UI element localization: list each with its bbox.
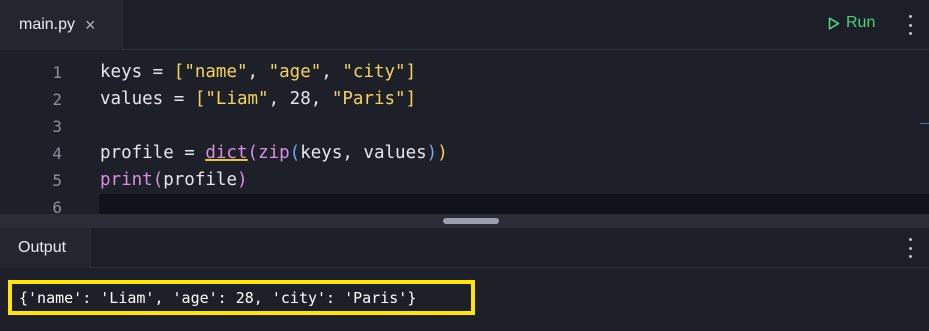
code-token: keys, values (300, 143, 427, 163)
line-number: 6 (52, 198, 62, 214)
code-token: [ (194, 89, 206, 109)
output-panel-header: Output (0, 228, 929, 268)
code-token: [ (173, 62, 185, 82)
code-token: ( (289, 143, 301, 163)
output-panel: {'name': 'Liam', 'age': 28, 'city': 'Par… (0, 268, 929, 331)
code-line: keys = ["name", "age", "city"] (100, 59, 929, 86)
code-token: , (321, 62, 343, 82)
code-token: , (247, 62, 269, 82)
play-icon (828, 16, 840, 30)
run-button[interactable]: Run (828, 14, 875, 32)
code-line: profile = dict(zip(keys, values)) (100, 140, 929, 167)
code-token: ) (437, 143, 448, 163)
editor-tab-bar: main.py × Run (0, 0, 929, 50)
code-token: "Liam" (205, 89, 269, 109)
code-line: print(profile) (100, 167, 929, 194)
code-token: , 28, (268, 89, 332, 109)
close-icon[interactable]: × (85, 16, 96, 34)
output-kebab-menu-icon[interactable] (907, 238, 913, 258)
code-content[interactable]: keys = ["name", "age", "city"] values = [… (100, 59, 929, 214)
code-token: "Paris" (331, 89, 406, 109)
code-token: dict (205, 143, 248, 163)
code-line: values = ["Liam", 28, "Paris"] (100, 86, 929, 113)
tab-main-py[interactable]: main.py × (0, 0, 123, 50)
code-token: keys = (100, 62, 174, 82)
kebab-menu-icon[interactable] (907, 15, 913, 35)
code-token: ) (426, 143, 438, 163)
code-token: ] (405, 89, 417, 109)
line-number: 2 (52, 90, 62, 109)
code-token: ( (152, 170, 164, 190)
code-token: ) (237, 170, 248, 190)
run-label: Run (846, 14, 876, 31)
output-highlight-box: {'name': 'Liam', 'age': 28, 'city': 'Par… (8, 280, 475, 315)
line-number: 1 (52, 63, 62, 82)
line-number: 5 (52, 171, 62, 190)
output-tab-label: Output (18, 239, 67, 256)
panel-splitter (0, 214, 929, 228)
line-number: 3 (52, 117, 62, 136)
resize-handle[interactable] (443, 218, 499, 224)
code-editor[interactable]: 123456 keys = ["name", "age", "city"] val… (0, 51, 929, 214)
line-number-gutter: 1 2 3 4 5 6 (0, 59, 62, 214)
tab-filename: main.py (19, 16, 76, 33)
line-number: 4 (52, 144, 62, 163)
code-token: zip (258, 143, 290, 163)
code-token: print (100, 170, 153, 190)
scrollbar-marker (920, 123, 929, 124)
code-token: profile (163, 170, 237, 190)
code-token: "name" (184, 62, 248, 82)
code-token: "city" (342, 62, 406, 82)
code-token: values = (100, 89, 195, 109)
code-token: ] (405, 62, 417, 82)
code-token: ( (247, 143, 259, 163)
code-token: profile = (100, 143, 206, 163)
code-token: "age" (268, 62, 322, 82)
tab-output[interactable]: Output (0, 228, 91, 268)
output-text: {'name': 'Liam', 'age': 28, 'city': 'Par… (19, 288, 417, 307)
